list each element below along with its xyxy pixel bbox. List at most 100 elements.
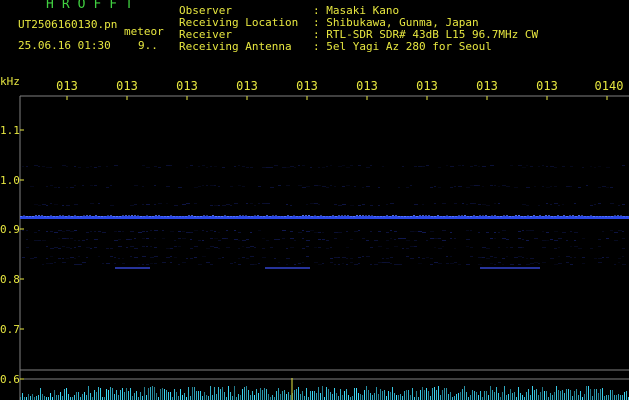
noise-speckle (342, 263, 344, 264)
carrier-trace-segment (83, 215, 85, 216)
time-tick: 013 (296, 79, 318, 93)
noise-floor-bar (384, 390, 385, 400)
noise-floor-bar (242, 389, 243, 400)
noise-speckle (510, 264, 514, 265)
noise-speckle (182, 238, 186, 239)
noise-speckle (402, 238, 406, 239)
noise-floor-bar (552, 395, 553, 400)
noise-speckle (210, 205, 213, 206)
carrier-trace-segment (611, 216, 613, 217)
noise-speckle (86, 257, 88, 258)
noise-speckle (398, 187, 400, 188)
noise-speckle (482, 166, 486, 167)
noise-speckle (498, 186, 500, 187)
noise-speckle (522, 167, 526, 168)
noise-floor-bar (376, 387, 377, 400)
noise-speckle (142, 256, 146, 257)
noise-floor-bar (118, 395, 119, 400)
carrier-trace-segment (392, 215, 394, 216)
noise-speckle (526, 187, 530, 188)
noise-speckle (226, 247, 230, 248)
noise-speckle (166, 248, 170, 249)
noise-floor-bar (506, 395, 507, 400)
noise-speckle (582, 167, 584, 168)
noise-speckle (394, 239, 396, 240)
noise-speckle (338, 257, 340, 258)
noise-speckle (570, 257, 572, 258)
noise-floor-bar (62, 396, 63, 400)
noise-speckle (390, 238, 392, 239)
noise-speckle (114, 231, 117, 232)
noise-floor-bar (258, 393, 259, 400)
noise-speckle (126, 247, 128, 248)
noise-speckle (194, 203, 197, 204)
noise-speckle (154, 230, 158, 231)
carrier-trace-segment (161, 216, 163, 217)
noise-speckle (186, 232, 190, 233)
carrier-trace-segment (482, 215, 484, 216)
noise-speckle (158, 167, 161, 168)
noise-floor-bar (508, 394, 509, 400)
noise-speckle (114, 165, 118, 166)
meteor-label: meteor (124, 25, 164, 38)
carrier-trace-segment (134, 215, 136, 216)
noise-speckle (610, 230, 613, 231)
noise-speckle (578, 248, 582, 249)
noise-floor-bar (38, 395, 39, 400)
noise-speckle (286, 248, 288, 249)
carrier-trace-segment (443, 216, 445, 217)
noise-speckle (490, 263, 493, 264)
carrier-trace-segment (308, 215, 310, 216)
noise-speckle (622, 231, 624, 232)
noise-speckle (454, 248, 456, 249)
noise-speckle (314, 232, 318, 233)
noise-speckle (474, 185, 478, 186)
noise-floor-bar (476, 392, 477, 400)
noise-speckle (34, 240, 38, 241)
noise-speckle (606, 187, 609, 188)
carrier-trace-segment (281, 216, 283, 217)
carrier-trace-segment (305, 215, 307, 216)
noise-speckle (246, 203, 248, 204)
noise-speckle (98, 203, 100, 204)
noise-speckle (314, 262, 318, 263)
noise-floor-bar (336, 393, 337, 400)
noise-speckle (378, 262, 382, 263)
noise-speckle (594, 167, 596, 168)
noise-speckle (74, 247, 76, 248)
noise-floor-bar (228, 386, 229, 400)
carrier-trace-segment (266, 215, 268, 216)
noise-floor-bar (522, 395, 523, 400)
noise-floor-bar (454, 396, 455, 400)
carrier-trace-segment (215, 216, 217, 217)
noise-speckle (58, 248, 61, 249)
noise-floor-bar (164, 389, 165, 400)
noise-floor-bar (430, 396, 431, 400)
noise-speckle (378, 187, 380, 188)
noise-speckle (542, 186, 544, 187)
noise-speckle (362, 187, 364, 188)
carrier-trace-segment (488, 216, 490, 217)
noise-speckle (542, 231, 544, 232)
noise-speckle (350, 262, 353, 263)
frequency-tick: 0.9 (0, 223, 20, 236)
carrier-trace-segment (287, 215, 289, 216)
noise-speckle (166, 257, 170, 258)
noise-speckle (578, 187, 581, 188)
noise-floor-bar (260, 388, 261, 400)
noise-speckle (426, 240, 428, 241)
carrier-trace-segment (176, 216, 178, 217)
carrier-trace-segment (38, 215, 40, 216)
noise-speckle (498, 232, 500, 233)
noise-speckle (270, 167, 273, 168)
noise-speckle (54, 262, 56, 263)
noise-speckle (62, 262, 66, 263)
noise-speckle (234, 262, 236, 263)
noise-speckle (214, 238, 218, 239)
noise-floor-bar (590, 389, 591, 400)
noise-speckle (98, 166, 101, 167)
carrier-trace-segment (146, 215, 148, 216)
noise-speckle (230, 263, 233, 264)
noise-speckle (498, 247, 500, 248)
noise-speckle (358, 257, 361, 258)
